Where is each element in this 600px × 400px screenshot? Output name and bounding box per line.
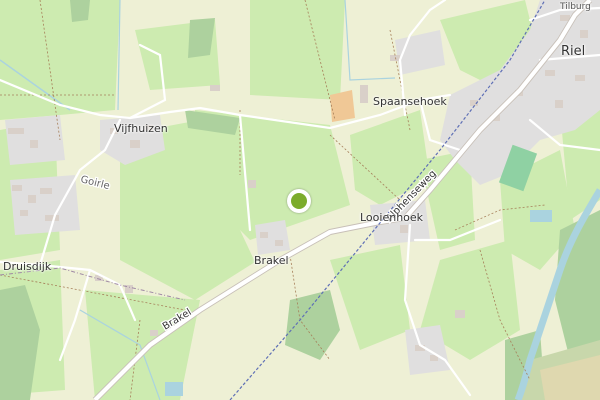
location-dot-icon[interactable]: [287, 189, 311, 213]
place-label-druisdijk: Druisdijk: [3, 260, 52, 273]
map-canvas[interactable]: Alphenseweg Brakel Goirle Riel Tilburg S…: [0, 0, 600, 400]
place-label-spaansehoek: Spaansehoek: [373, 95, 447, 108]
place-label-brakel: Brakel: [254, 254, 289, 267]
place-label-vijfhuizen: Vijfhuizen: [114, 122, 168, 135]
place-label-riel: Riel: [561, 44, 586, 59]
place-label-tilburg: Tilburg: [560, 2, 591, 12]
location-dot-fill: [291, 193, 307, 209]
place-label-looienhoek: Looienhoek: [360, 211, 424, 224]
farmyard: [330, 90, 355, 122]
